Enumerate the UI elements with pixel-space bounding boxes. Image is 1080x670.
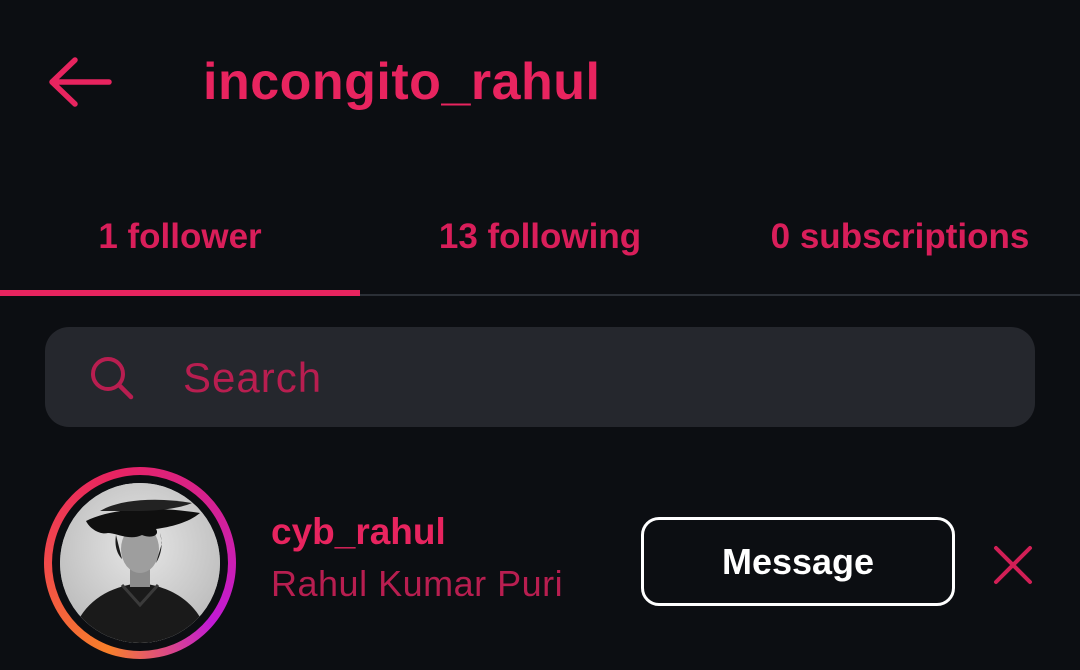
follower-username[interactable]: cyb_rahul [271, 510, 446, 554]
arrow-left-icon [49, 57, 112, 107]
avatar-image [60, 483, 220, 643]
followers-screen: incongito_rahul 1 follower 13 following … [0, 0, 1080, 670]
back-button[interactable] [40, 50, 120, 114]
page-title: incongito_rahul [203, 53, 601, 111]
close-icon [994, 546, 1032, 584]
tab-followers[interactable]: 1 follower [0, 180, 360, 296]
avatar-portrait-image [60, 483, 220, 643]
tab-following[interactable]: 13 following [360, 180, 720, 294]
follower-full-name: Rahul Kumar Puri [271, 563, 564, 604]
list-item: cyb_rahul Rahul Kumar Puri Message [0, 465, 1080, 665]
search-input[interactable] [181, 347, 1005, 409]
remove-follower-button[interactable] [985, 537, 1041, 593]
search-bar[interactable] [45, 327, 1035, 427]
message-button[interactable]: Message [641, 517, 955, 606]
tab-bar: 1 follower 13 following 0 subscriptions [0, 180, 1080, 296]
avatar[interactable] [44, 467, 236, 659]
search-icon [91, 357, 134, 400]
tab-subscriptions[interactable]: 0 subscriptions [720, 180, 1080, 294]
